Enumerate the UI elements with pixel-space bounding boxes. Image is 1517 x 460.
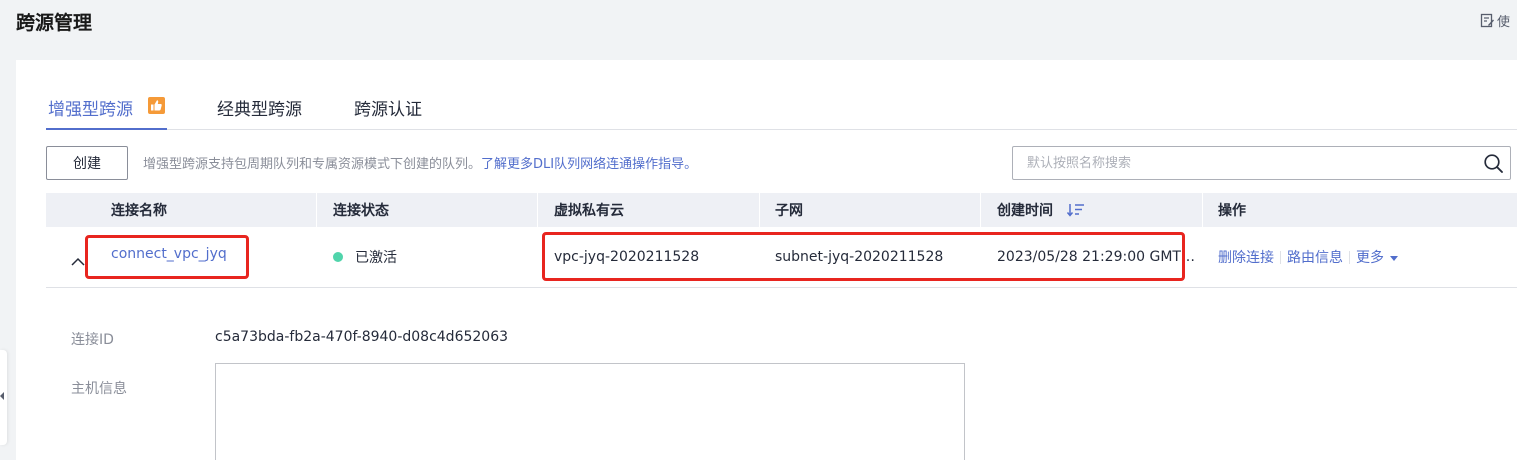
help-link[interactable]: 使 <box>1480 11 1510 30</box>
connection-name-link[interactable]: connect_vpc_jyq <box>111 227 227 287</box>
connection-id-value: c5a73bda-fb2a-470f-8940-d08c4d652063 <box>215 329 509 345</box>
edit-note-icon <box>1480 13 1495 28</box>
action-divider <box>1349 250 1350 264</box>
hint-text: 增强型跨源支持包周期队列和专属资源模式下创建的队列。了解更多DLI队列网络连通操… <box>143 153 697 172</box>
column-divider <box>1202 193 1203 227</box>
connection-id-label: 连接ID <box>71 332 114 348</box>
tab-auth-label: 跨源认证 <box>354 100 422 120</box>
thumbs-up-icon <box>148 97 165 114</box>
tab-classic[interactable]: 经典型跨源 <box>215 87 304 130</box>
tab-enhanced-label: 增强型跨源 <box>48 100 133 120</box>
subnet-cell: subnet-jyq-2020211528 <box>775 249 944 265</box>
collapse-row-icon[interactable] <box>70 227 86 287</box>
column-header-actions: 操作 <box>1218 203 1246 219</box>
column-header-created[interactable]: 创建时间 <box>997 193 1085 227</box>
host-info-label: 主机信息 <box>71 381 127 397</box>
chevron-left-icon <box>0 392 4 400</box>
search-icon[interactable] <box>1483 153 1504 178</box>
column-header-subnet: 子网 <box>775 203 803 219</box>
search-input[interactable] <box>1013 147 1473 179</box>
page-title: 跨源管理 <box>16 12 93 34</box>
route-info-link[interactable]: 路由信息 <box>1287 247 1343 267</box>
more-dropdown[interactable]: 更多 <box>1356 247 1398 267</box>
column-header-vpc: 虚拟私有云 <box>554 203 624 219</box>
column-divider <box>759 193 760 227</box>
status-cell: 已激活 <box>333 227 397 287</box>
tab-bar: 增强型跨源 经典型跨源 跨源认证 <box>46 87 1517 130</box>
tab-auth[interactable]: 跨源认证 <box>352 87 424 130</box>
status-dot <box>333 252 343 262</box>
status-text: 已激活 <box>355 250 397 266</box>
table-header: 连接名称 连接状态 虚拟私有云 子网 创建时间 操作 <box>46 193 1517 227</box>
create-button[interactable]: 创建 <box>46 146 128 180</box>
more-label: 更多 <box>1356 250 1384 266</box>
host-info-textarea[interactable] <box>215 363 965 460</box>
search-box <box>1012 146 1511 180</box>
help-label: 使 <box>1497 15 1511 30</box>
hint-description: 增强型跨源支持包周期队列和专属资源模式下创建的队列。 <box>143 157 482 172</box>
main-panel: 增强型跨源 经典型跨源 跨源认证 创建 增强型跨源支持包周期队列和专属资源模式下… <box>16 60 1517 460</box>
side-collapse-handle[interactable] <box>0 350 7 445</box>
column-header-name: 连接名称 <box>111 203 167 219</box>
actions-cell: 删除连接 路由信息 更多 <box>1218 227 1398 287</box>
column-header-status: 连接状态 <box>333 203 389 219</box>
tab-classic-label: 经典型跨源 <box>217 100 302 120</box>
vpc-cell: vpc-jyq-2020211528 <box>554 249 700 265</box>
column-divider <box>316 193 317 227</box>
sort-descending-icon[interactable] <box>1067 202 1085 218</box>
delete-connection-link[interactable]: 删除连接 <box>1218 247 1274 267</box>
column-divider <box>537 193 538 227</box>
table-row: connect_vpc_jyq 已激活 vpc-jyq-2020211528 s… <box>46 227 1517 288</box>
caret-down-icon <box>1390 255 1398 261</box>
column-header-created-label: 创建时间 <box>997 203 1053 219</box>
guide-link[interactable]: 了解更多DLI队列网络连通操作指导。 <box>481 157 697 172</box>
created-time-cell: 2023/05/28 21:29:00 GMT… <box>997 249 1195 265</box>
tab-enhanced[interactable]: 增强型跨源 <box>46 87 167 130</box>
column-divider <box>980 193 981 227</box>
action-divider <box>1280 250 1281 264</box>
